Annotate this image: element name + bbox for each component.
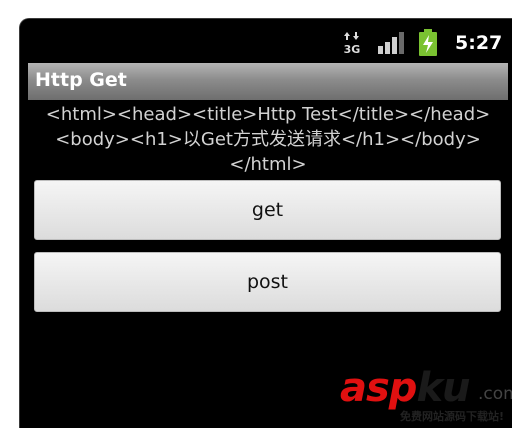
watermark-domain: .com — [478, 384, 512, 404]
get-button[interactable]: get — [34, 180, 501, 240]
watermark-asp: asp — [340, 365, 417, 411]
battery-charging-icon — [419, 29, 437, 56]
signal-strength-icon — [378, 32, 404, 54]
app-title: Http Get — [35, 69, 127, 91]
aspku-watermark: aspku .com 免费网站源码下载站! — [340, 365, 512, 424]
watermark-slogan: 免费网站源码下载站! — [400, 410, 505, 423]
status-bar: 3G 5:27 — [20, 19, 512, 63]
watermark-ku: ku — [416, 365, 470, 411]
3g-label: 3G — [344, 43, 361, 55]
3g-data-icon: 3G — [344, 32, 361, 55]
response-text: <html><head><title>Http Test</title></he… — [45, 104, 491, 175]
watermark-logo: aspku — [340, 365, 471, 411]
clock: 5:27 — [455, 32, 503, 54]
app-title-bar: Http Get — [28, 63, 508, 100]
post-button[interactable]: post — [34, 252, 501, 312]
